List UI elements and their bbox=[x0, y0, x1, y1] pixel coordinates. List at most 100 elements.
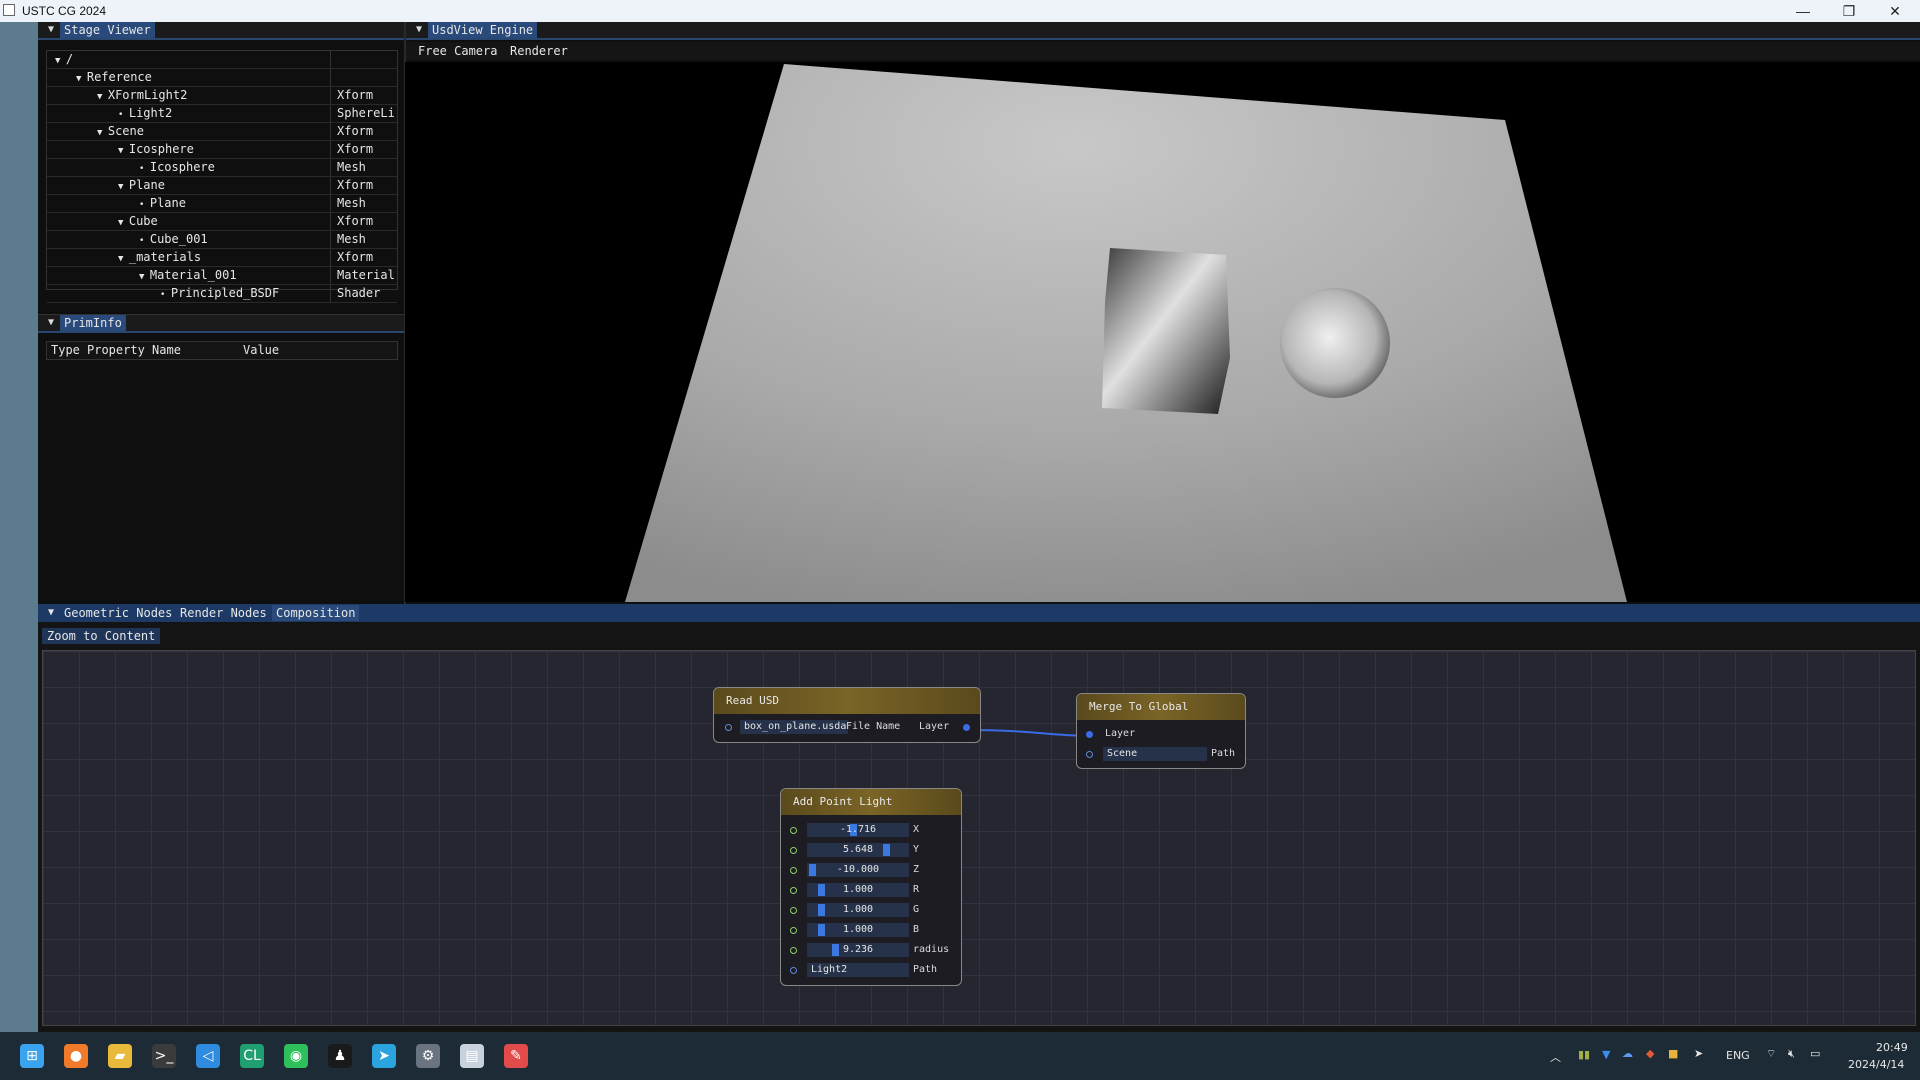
drag-float-field[interactable]: 9.236 bbox=[807, 943, 909, 957]
tree-row[interactable]: ▼ Reference bbox=[47, 69, 397, 87]
drag-float-field[interactable]: -1.716 bbox=[807, 823, 909, 837]
window-title: USTC CG 2024 bbox=[22, 4, 107, 18]
input-pin-layer[interactable] bbox=[1086, 731, 1093, 738]
wechat-icon[interactable]: ◉ bbox=[284, 1044, 308, 1068]
tab-composition[interactable]: Composition bbox=[272, 605, 360, 621]
tree-row[interactable]: ▼ _materials Xform bbox=[47, 249, 397, 267]
input-pin[interactable] bbox=[790, 907, 797, 914]
node-read-usd[interactable]: Read USD box_on_plane.usda File Name Lay… bbox=[713, 687, 981, 743]
drag-float-field[interactable]: 1.000 bbox=[807, 883, 909, 897]
input-pin[interactable] bbox=[790, 827, 797, 834]
3d-viewport[interactable] bbox=[405, 62, 1920, 602]
file-explorer-icon[interactable]: ▰ bbox=[108, 1044, 132, 1068]
collapse-icon[interactable]: ▼ bbox=[413, 24, 425, 36]
clion-icon[interactable]: CL bbox=[240, 1044, 264, 1068]
collapse-icon[interactable]: ▼ bbox=[45, 24, 57, 36]
light-path-input[interactable]: Light2 bbox=[807, 963, 909, 977]
tree-row[interactable]: • Principled_BSDF Shader bbox=[47, 285, 397, 303]
tree-node-label: Icosphere bbox=[149, 160, 215, 174]
tree-row[interactable]: ▼ Scene Xform bbox=[47, 123, 397, 141]
expand-arrow-icon[interactable]: ▼ bbox=[118, 146, 129, 156]
field-label: Z bbox=[913, 864, 920, 875]
tree-node-name: ▼ _materials bbox=[47, 249, 331, 266]
start-icon[interactable]: ⊞ bbox=[20, 1044, 44, 1068]
paint-icon[interactable]: ✎ bbox=[504, 1044, 528, 1068]
show-hidden-icons-icon[interactable]: ︿ bbox=[1550, 1049, 1561, 1065]
expand-arrow-icon[interactable]: ▼ bbox=[139, 272, 150, 282]
input-pin[interactable] bbox=[790, 927, 797, 934]
input-pin[interactable] bbox=[790, 947, 797, 954]
tab-prim-info[interactable]: PrimInfo bbox=[60, 315, 126, 331]
tree-node-type: Xform bbox=[337, 214, 374, 228]
node-add-point-light[interactable]: Add Point Light -1.716 X 5.648 Y -10.000 Z 1.0… bbox=[780, 788, 962, 986]
tree-row[interactable]: • Light2 SphereLic bbox=[47, 105, 397, 123]
vscode-icon[interactable]: ◁ bbox=[196, 1044, 220, 1068]
tree-row[interactable]: • Plane Mesh bbox=[47, 195, 397, 213]
expand-arrow-icon[interactable]: ▼ bbox=[55, 56, 66, 66]
qq-icon[interactable]: ♟ bbox=[328, 1044, 352, 1068]
drag-float-field[interactable]: -10.000 bbox=[807, 863, 909, 877]
close-button[interactable]: ✕ bbox=[1872, 1, 1918, 21]
input-pin[interactable] bbox=[725, 724, 732, 731]
tree-row[interactable]: • Icosphere Mesh bbox=[47, 159, 397, 177]
clock-date[interactable]: 2024/4/14 bbox=[1848, 1058, 1904, 1071]
language-indicator[interactable]: ENG bbox=[1726, 1049, 1750, 1062]
tray-app-icon[interactable]: ▮▮ bbox=[1578, 1048, 1590, 1061]
bullet-icon: • bbox=[160, 290, 171, 300]
path-label: Path bbox=[913, 964, 938, 975]
volume-muted-icon[interactable]: 🔇︎ bbox=[1788, 1047, 1795, 1061]
terminal-icon[interactable]: >_ bbox=[152, 1044, 176, 1068]
app-window-icon[interactable]: ▤ bbox=[460, 1044, 484, 1068]
drag-float-field[interactable]: 1.000 bbox=[807, 923, 909, 937]
drag-float-field[interactable]: 1.000 bbox=[807, 903, 909, 917]
collapse-icon[interactable]: ▼ bbox=[45, 607, 57, 619]
tray-red-icon[interactable]: ◆ bbox=[1646, 1047, 1654, 1060]
tab-usdview-engine[interactable]: UsdView Engine bbox=[428, 22, 538, 38]
battery-icon[interactable]: ▭ bbox=[1810, 1047, 1820, 1060]
firefox-icon[interactable]: ● bbox=[64, 1044, 88, 1068]
tab-stage-viewer[interactable]: Stage Viewer bbox=[60, 22, 155, 38]
tray-shield-icon[interactable]: ▼ bbox=[1602, 1048, 1610, 1061]
expand-arrow-icon[interactable]: ▼ bbox=[97, 92, 108, 102]
node-graph-canvas[interactable]: Read USD box_on_plane.usda File Name Lay… bbox=[42, 650, 1916, 1026]
expand-arrow-icon[interactable]: ▼ bbox=[118, 254, 129, 264]
tree-row[interactable]: • Cube_001 Mesh bbox=[47, 231, 397, 249]
tab-render-nodes[interactable]: Render Nodes bbox=[176, 605, 271, 621]
zoom-to-content-button[interactable]: Zoom to Content bbox=[42, 628, 161, 644]
expand-arrow-icon[interactable]: ▼ bbox=[97, 128, 108, 138]
expand-arrow-icon[interactable]: ▼ bbox=[118, 182, 129, 192]
telegram-tray-icon[interactable]: ➤ bbox=[1694, 1047, 1703, 1060]
input-pin[interactable] bbox=[790, 847, 797, 854]
tree-row[interactable]: ▼ Icosphere Xform bbox=[47, 141, 397, 159]
tree-row[interactable]: ▼ Material_001 Material bbox=[47, 267, 397, 285]
clock-time[interactable]: 20:49 bbox=[1876, 1041, 1908, 1054]
maximize-button[interactable]: ❐ bbox=[1826, 1, 1872, 21]
tree-row[interactable]: ▼ Cube Xform bbox=[47, 213, 397, 231]
tree-row[interactable]: ▼ Plane Xform bbox=[47, 177, 397, 195]
tree-node-name: • Icosphere bbox=[47, 159, 331, 176]
node-merge-to-global[interactable]: Merge To Global Layer Scene Path bbox=[1076, 693, 1246, 769]
drag-float-field[interactable]: 5.648 bbox=[807, 843, 909, 857]
tree-row[interactable]: ▼ XFormLight2 Xform bbox=[47, 87, 397, 105]
input-pin-path[interactable] bbox=[1086, 751, 1093, 758]
input-pin[interactable] bbox=[790, 887, 797, 894]
tree-row[interactable]: ▼ / bbox=[47, 51, 397, 69]
wifi-icon[interactable]: ⌔ bbox=[1766, 1047, 1776, 1061]
collapse-icon[interactable]: ▼ bbox=[45, 317, 57, 329]
minimize-button[interactable]: — bbox=[1780, 1, 1826, 21]
tray-yellow-icon[interactable]: ■ bbox=[1668, 1047, 1678, 1060]
expand-arrow-icon[interactable]: ▼ bbox=[76, 74, 87, 84]
input-pin-path[interactable] bbox=[790, 967, 797, 974]
tab-geometric-nodes[interactable]: Geometric Nodes bbox=[60, 605, 176, 621]
telegram-icon[interactable]: ➤ bbox=[372, 1044, 396, 1068]
settings-icon[interactable]: ⚙ bbox=[416, 1044, 440, 1068]
menu-free-camera[interactable]: Free Camera bbox=[418, 44, 497, 58]
input-pin[interactable] bbox=[790, 867, 797, 874]
expand-arrow-icon[interactable]: ▼ bbox=[118, 218, 129, 228]
scene-path-input[interactable]: Scene bbox=[1103, 747, 1207, 761]
file-name-input[interactable]: box_on_plane.usda bbox=[740, 720, 848, 734]
onedrive-icon[interactable]: ☁ bbox=[1622, 1047, 1633, 1060]
layer-input-label: Layer bbox=[1105, 728, 1136, 739]
output-pin-layer[interactable] bbox=[963, 724, 970, 731]
menu-renderer[interactable]: Renderer bbox=[510, 44, 568, 58]
